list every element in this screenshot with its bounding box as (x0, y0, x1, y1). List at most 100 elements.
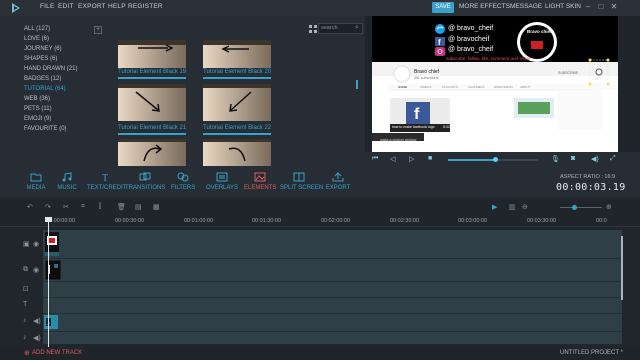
voiceover-icon[interactable]: ▥ (509, 203, 516, 211)
overlay-icon (216, 172, 228, 182)
search-icon[interactable]: ⌕ (355, 24, 359, 32)
crop-icon[interactable]: ⌗ (81, 203, 85, 211)
social-handle-twitter: @ bravo_cheif (448, 25, 494, 32)
tool-elements[interactable]: ELEMENTS (244, 172, 276, 191)
ruler-label: 00:01:30:00 (252, 218, 282, 224)
category-item[interactable]: HAND DRAWN (21) (24, 66, 77, 72)
zoom-out-icon[interactable]: ⊖ (522, 203, 528, 211)
timeline-scrollbar[interactable] (621, 236, 623, 300)
zoom-in-icon[interactable]: ⊕ (606, 203, 612, 211)
preview-tooltip: make a custom window (380, 138, 417, 142)
thumbnail-label: Tutorial Element Black 22 (203, 125, 272, 131)
svg-text:f: f (438, 38, 441, 47)
close-icon[interactable]: ✕ (609, 2, 619, 12)
tool-label: MUSIC (57, 185, 77, 191)
cut-icon[interactable]: ✂ (63, 203, 69, 211)
track-area[interactable] (43, 230, 622, 344)
tool-split-screen[interactable]: SPLIT SCREEN (280, 172, 324, 191)
scene-icon[interactable]: ▤ (135, 203, 142, 211)
tool-music[interactable]: MUSIC (57, 172, 77, 191)
thumbnail-label: Tutorial Element Black 21 (118, 125, 187, 131)
add-category-button[interactable]: + (94, 26, 102, 34)
microphone-icon[interactable]: 🎙 (551, 155, 560, 163)
elements-icon (254, 172, 266, 182)
menu-export[interactable]: EXPORT (78, 3, 106, 10)
menu-register[interactable]: REGISTER (128, 3, 163, 10)
visibility-icon[interactable]: ◉ (33, 240, 39, 248)
menu-file[interactable]: FILE (40, 3, 55, 10)
project-name: UNTITLED PROJECT * (560, 350, 623, 356)
tool-text-credit[interactable]: T TEXT/CREDIT (87, 172, 127, 191)
fullscreen-icon[interactable]: ⤢ (610, 155, 616, 163)
light-skin-button[interactable]: LIGHT SKIN (545, 3, 581, 10)
playhead[interactable] (48, 221, 49, 347)
element-thumbnail[interactable] (118, 139, 186, 167)
track-divider (43, 258, 622, 259)
step-back-icon[interactable]: ◁ (390, 155, 395, 163)
previous-frame-icon[interactable]: ⏮ (372, 155, 378, 163)
add-track-button[interactable]: ADD NEW TRACK (32, 350, 82, 356)
category-item-tutorial[interactable]: TUTORIAL (64) (24, 86, 66, 92)
volume-icon[interactable]: ◀) (591, 155, 599, 163)
redo-icon[interactable]: ↷ (45, 203, 51, 211)
scrubber-handle[interactable] (493, 157, 498, 162)
category-item[interactable]: SHAPES (6) (24, 56, 57, 62)
element-thumbnail[interactable] (203, 40, 271, 68)
zoom-slider[interactable] (560, 207, 602, 208)
tool-label: TEXT/CREDIT (87, 185, 127, 191)
ruler-label: 00:03:30:00 (527, 218, 557, 224)
library-scrollbar[interactable] (356, 80, 358, 89)
undo-icon[interactable]: ↶ (27, 203, 33, 211)
aspect-ratio-label[interactable]: ASPECT RATIO : 16:9 (560, 174, 615, 180)
tool-transitions[interactable]: TRANSITIONS (125, 172, 165, 191)
social-handle-instagram: @ bravo_cheif (448, 46, 494, 53)
element-thumbnail[interactable] (203, 84, 271, 121)
tool-media[interactable]: MEDIA (25, 172, 47, 191)
channel-name: Bravo chief (414, 69, 440, 75)
zoom-handle[interactable] (572, 205, 577, 210)
grid-view-icon[interactable] (309, 25, 317, 33)
maximize-icon[interactable]: □ (596, 2, 606, 12)
play-icon[interactable]: ▷ (409, 155, 414, 163)
add-track-icon[interactable]: ⊕ (24, 349, 30, 357)
element-thumbnail[interactable] (118, 40, 186, 68)
minimize-icon[interactable]: – (583, 2, 593, 12)
category-item[interactable]: PETS (11) (24, 106, 52, 112)
tool-label: SPLIT SCREEN (280, 185, 324, 191)
category-item[interactable]: LOVE (6) (24, 36, 49, 42)
category-item[interactable]: EMOJI (9) (24, 116, 51, 122)
split-icon[interactable]: ⫿ (99, 203, 101, 211)
category-item[interactable]: FAVOURITE (0) (24, 126, 67, 132)
element-thumbnail[interactable] (203, 139, 271, 167)
message-button[interactable]: MESSAGE (510, 3, 542, 10)
music-track-icon: ♪ (23, 334, 27, 341)
tool-filters[interactable]: FILTERS (171, 172, 195, 191)
tool-label: ELEMENTS (244, 185, 277, 191)
more-effects-button[interactable]: MORE EFFECTS (459, 3, 510, 10)
ruler-label: 00:02:00:00 (321, 218, 351, 224)
timeline-toolbar (0, 200, 640, 216)
render-icon[interactable]: ▶ (492, 203, 497, 211)
mute-icon[interactable]: ◀) (33, 317, 41, 325)
tool-export[interactable]: EXPORT (324, 172, 352, 191)
element-thumbnail[interactable] (118, 84, 186, 121)
snapshot-icon[interactable]: ◙ (571, 155, 575, 162)
category-item[interactable]: ALL (127) (24, 26, 50, 32)
save-button[interactable]: SAVE (432, 2, 454, 13)
category-item[interactable]: JOURNEY (6) (24, 46, 62, 52)
menu-help[interactable]: HELP (108, 3, 126, 10)
stop-icon[interactable]: ■ (428, 155, 432, 162)
text-icon: T (102, 173, 108, 184)
track-divider (43, 331, 622, 332)
menu-edit[interactable]: EDIT (58, 3, 74, 10)
tool-overlays[interactable]: OVERLAYS (206, 172, 238, 191)
mute-icon[interactable]: ◀) (33, 334, 41, 342)
channel-tab: HOME (398, 85, 407, 89)
category-item[interactable]: BADGES (12) (24, 76, 61, 82)
category-item[interactable]: WEB (36) (24, 96, 50, 102)
instagram-icon (435, 47, 445, 56)
delete-icon[interactable]: 🗑 (117, 203, 126, 211)
detach-icon[interactable]: ▦ (153, 203, 160, 211)
audio-clip[interactable]: ♪ (44, 315, 58, 329)
visibility-icon[interactable]: ◉ (33, 266, 39, 274)
